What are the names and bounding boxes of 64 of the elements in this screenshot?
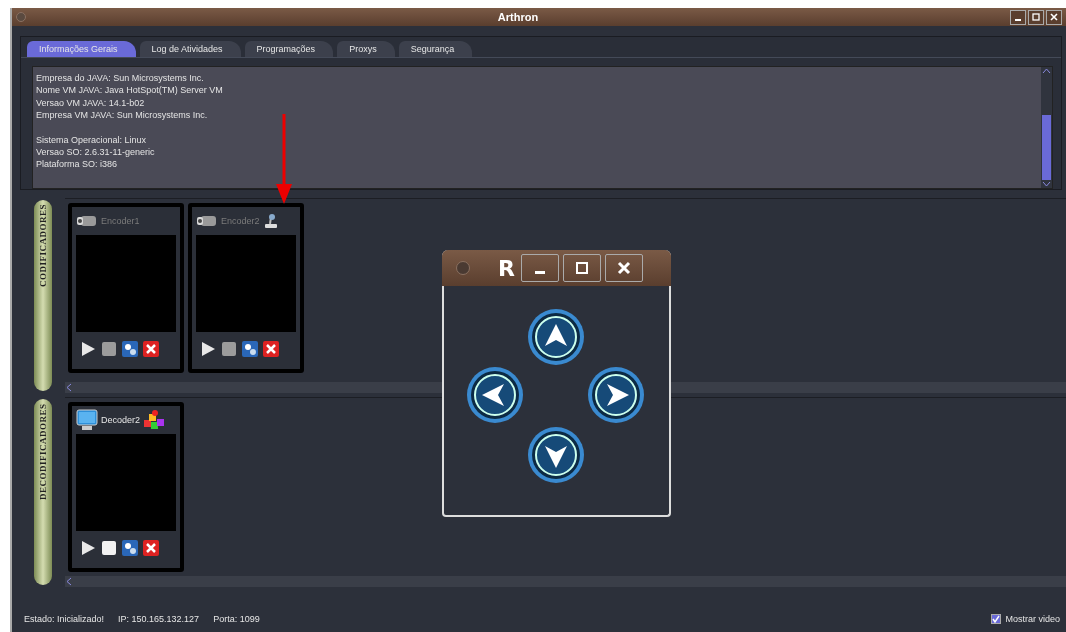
- direction-button[interactable]: [527, 308, 585, 366]
- settings-icon[interactable]: [122, 341, 138, 357]
- close-icon: [1050, 13, 1058, 21]
- monitor-icon: [76, 409, 98, 431]
- scroll-down-icon[interactable]: [1042, 179, 1051, 188]
- close-button[interactable]: [1046, 9, 1062, 25]
- camera-icon: [76, 215, 98, 227]
- direction-button[interactable]: [587, 366, 645, 424]
- settings-icon[interactable]: [242, 341, 258, 357]
- device-name: Encoder1: [101, 216, 140, 226]
- status-text: Estado: Inicializado!: [24, 614, 105, 624]
- info-line: Plataforma SO: i386: [36, 158, 119, 171]
- scroll-thumb[interactable]: [1042, 114, 1051, 180]
- delete-icon[interactable]: [143, 540, 159, 556]
- ip-text: IP: 150.165.132.127: [118, 614, 200, 624]
- colored-cubes-icon: [143, 409, 166, 431]
- info-line: Empresa VM JAVA: Sun Microsystems Inc.: [36, 109, 209, 122]
- app-logo: R: [498, 255, 515, 281]
- info-line: Versao VM JAVA: 14.1-b02: [36, 96, 146, 110]
- minimize-button[interactable]: [520, 254, 559, 282]
- stop-icon[interactable]: [221, 341, 237, 357]
- tab[interactable]: Log de Atividades: [139, 41, 241, 57]
- info-line: Sistema Operacional: Linux: [36, 133, 148, 147]
- info-line: Versao SO: 2.6.31-11-generic: [36, 146, 156, 159]
- tab[interactable]: Segurança: [398, 41, 473, 57]
- device-name: Decoder2: [101, 415, 141, 425]
- delete-icon[interactable]: [263, 341, 279, 357]
- delete-icon[interactable]: [143, 341, 159, 357]
- play-icon[interactable]: [80, 341, 96, 357]
- horizontal-scrollbar[interactable]: [65, 576, 1066, 587]
- port-text: Porta: 1099: [213, 614, 260, 624]
- section-label: CODIFICADORES: [33, 200, 52, 391]
- close-icon: [616, 261, 631, 275]
- minimize-icon: [1015, 18, 1021, 21]
- settings-icon[interactable]: [122, 540, 138, 556]
- joystick-icon: [262, 213, 279, 229]
- show-video-checkbox[interactable]: Mostrar video: [991, 614, 1060, 624]
- window-title: Arthron: [496, 11, 540, 23]
- stop-icon[interactable]: [101, 540, 117, 556]
- section-label: DECODIFICADORES: [33, 399, 52, 585]
- play-icon[interactable]: [80, 540, 96, 556]
- maximize-button[interactable]: [562, 254, 601, 282]
- vertical-scrollbar[interactable]: [1041, 67, 1052, 188]
- minimize-button[interactable]: [1010, 9, 1026, 25]
- play-icon[interactable]: [200, 341, 216, 357]
- info-line: Nome VM JAVA: Java HotSpot(TM) Server VM: [36, 84, 224, 97]
- tab[interactable]: Proxys: [337, 41, 395, 57]
- maximize-button[interactable]: [1028, 9, 1044, 25]
- info-line: Empresa do JAVA: Sun Microsystems Inc.: [36, 72, 205, 85]
- minimize-icon: [534, 270, 545, 274]
- close-button[interactable]: [604, 254, 643, 282]
- direction-button[interactable]: [527, 426, 585, 484]
- camera-icon: [196, 215, 218, 227]
- scroll-up-icon[interactable]: [1042, 67, 1051, 75]
- tab[interactable]: Programações: [244, 41, 334, 57]
- maximize-icon: [1032, 13, 1040, 21]
- stop-icon[interactable]: [101, 341, 117, 357]
- scroll-left-icon[interactable]: [65, 577, 74, 586]
- maximize-icon: [574, 261, 589, 275]
- device-name: Encoder2: [221, 216, 260, 226]
- checkbox-icon[interactable]: [991, 614, 1002, 624]
- tab[interactable]: Informações Gerais: [27, 41, 136, 57]
- scroll-left-icon[interactable]: [65, 383, 74, 392]
- direction-button[interactable]: [466, 366, 524, 424]
